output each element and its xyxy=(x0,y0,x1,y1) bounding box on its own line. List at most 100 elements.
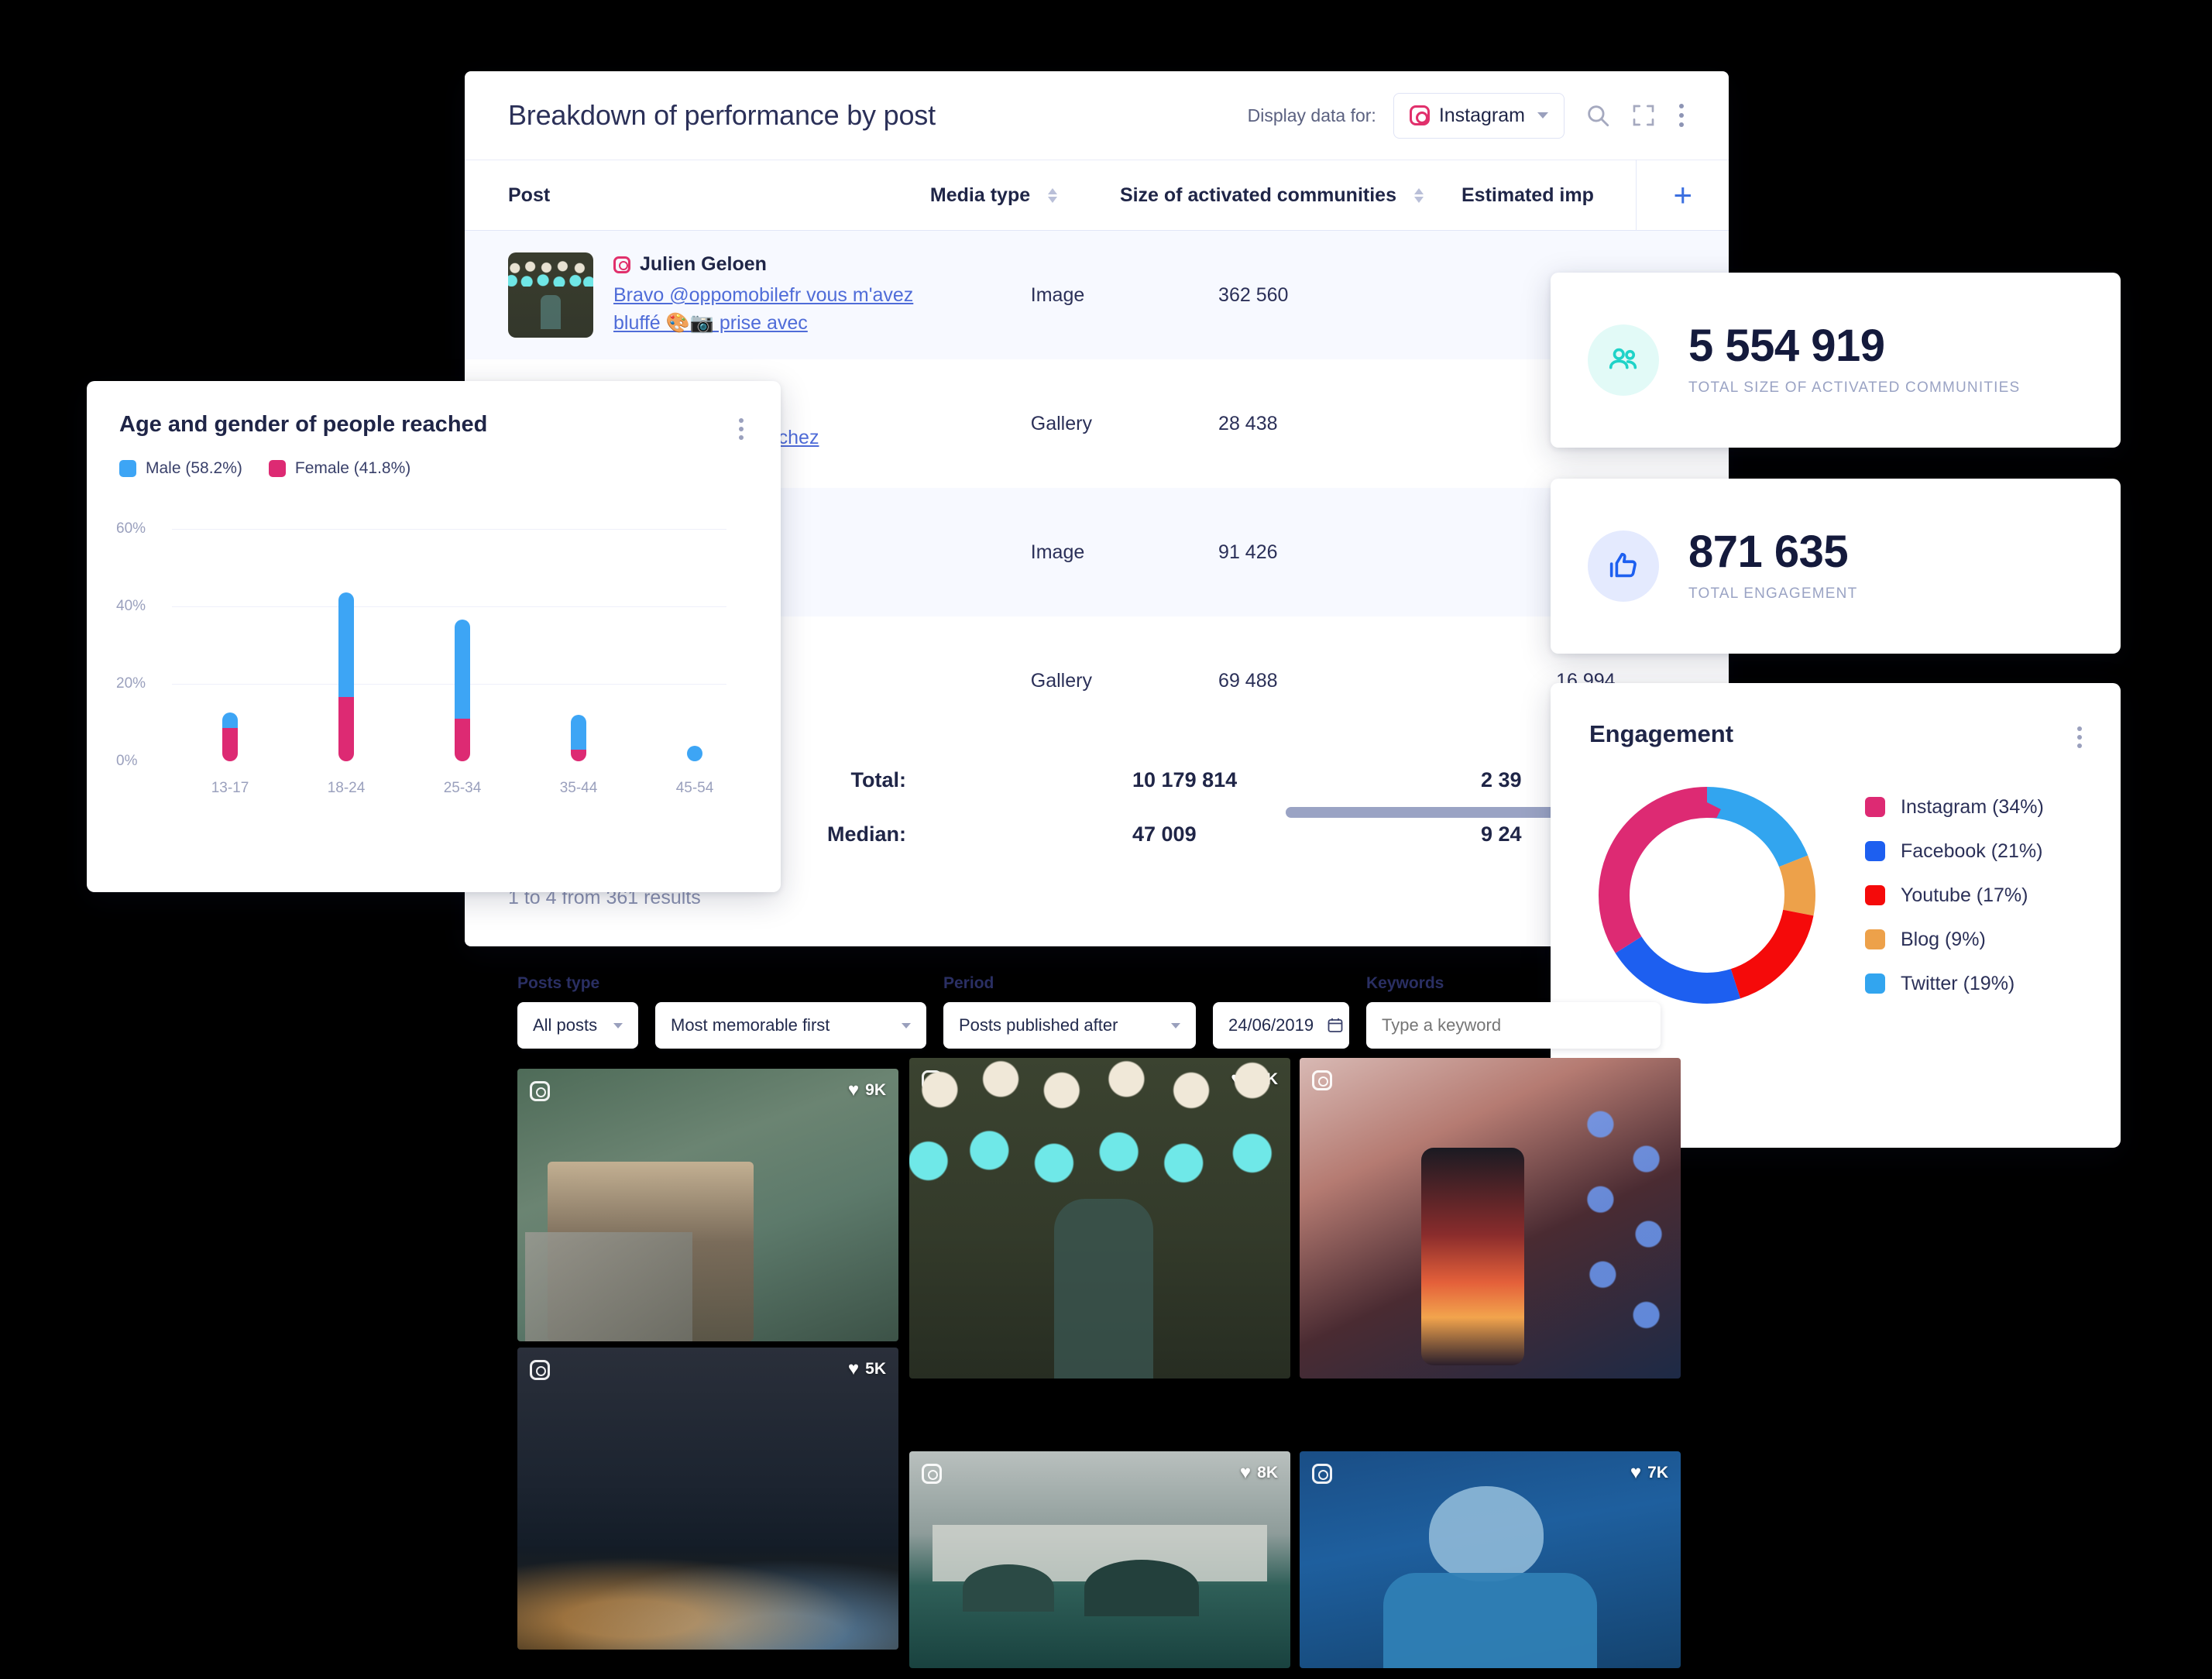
gallery-tile[interactable]: ♥ 7K xyxy=(1300,1451,1681,1668)
y-tick-0: 0% xyxy=(116,753,137,770)
bar-18-24 xyxy=(338,592,354,761)
y-tick-60: 60% xyxy=(116,520,146,537)
posts-type-select[interactable]: All posts xyxy=(517,1002,638,1049)
cell-size: 91 426 xyxy=(1218,541,1556,564)
heart-icon: ♥ xyxy=(848,1360,859,1379)
table-card-header: Breakdown of performance by post Display… xyxy=(465,71,1729,160)
calendar-icon xyxy=(1326,1016,1345,1035)
legend-swatch-youtube xyxy=(1865,885,1885,905)
keyword-input[interactable] xyxy=(1366,1002,1661,1049)
age-chart-title: Age and gender of people reached xyxy=(87,381,781,438)
y-tick-20: 20% xyxy=(116,675,146,692)
gallery-tile[interactable]: ♥ 9K xyxy=(517,1069,898,1341)
bar-13-17 xyxy=(222,712,238,761)
age-chart-legend: Male (58.2%) Female (41.8%) xyxy=(87,438,781,478)
bar-35-44 xyxy=(571,715,586,761)
expand-icon[interactable] xyxy=(1631,103,1656,128)
filter-bar: Posts type All posts Most memorable firs… xyxy=(517,974,1617,1049)
bar-25-34 xyxy=(455,620,470,761)
column-header-estimated-impressions[interactable]: Estimated imp xyxy=(1462,184,1636,207)
date-input[interactable]: 24/06/2019 xyxy=(1213,1002,1349,1049)
heart-icon: ♥ xyxy=(848,1081,859,1100)
chevron-down-icon xyxy=(1537,112,1548,118)
cell-media-type: Gallery xyxy=(1031,413,1218,435)
legend-item-blog: Blog (9%) xyxy=(1865,929,2044,951)
kpi-caption: TOTAL SIZE OF ACTIVATED COMMUNITIES xyxy=(1688,379,2020,397)
cell-size: 69 488 xyxy=(1218,670,1556,692)
gallery-tile[interactable]: ♥ 5K xyxy=(517,1348,898,1650)
kebab-menu-icon[interactable] xyxy=(739,418,744,440)
sort-icon-media-type[interactable] xyxy=(1048,188,1057,203)
chevron-down-icon xyxy=(1171,1023,1180,1028)
instagram-icon xyxy=(1312,1070,1332,1090)
heart-icon: ♥ xyxy=(1630,1464,1641,1482)
filter-group-keywords: Keywords xyxy=(1366,974,1661,1049)
instagram-icon xyxy=(613,256,630,273)
people-icon xyxy=(1588,324,1659,396)
legend-item-facebook: Facebook (21%) xyxy=(1865,840,2044,863)
network-select[interactable]: Instagram xyxy=(1393,93,1565,139)
post-thumbnail xyxy=(508,252,593,338)
engagement-legend: Instagram (34%) Facebook (21%) Youtube (… xyxy=(1865,796,2044,995)
display-data-label: Display data for: xyxy=(1248,105,1376,126)
filter-group-posts-type: Posts type All posts Most memorable firs… xyxy=(517,974,926,1049)
like-badge: ♥ 8K xyxy=(1240,1464,1278,1482)
filter-label-keywords: Keywords xyxy=(1366,974,1661,993)
legend-item-youtube: Youtube (17%) xyxy=(1865,884,2044,907)
cell-size: 28 438 xyxy=(1218,413,1556,435)
gallery-tile[interactable] xyxy=(1300,1058,1681,1379)
instagram-icon xyxy=(922,1464,942,1484)
chevron-down-icon xyxy=(613,1023,623,1028)
total-size-value: 10 179 814 xyxy=(1132,768,1481,792)
chevron-down-icon xyxy=(902,1023,911,1028)
add-column-button[interactable]: + xyxy=(1636,160,1729,231)
sort-icon-size[interactable] xyxy=(1414,188,1424,203)
filter-label-posts-type: Posts type xyxy=(517,974,926,993)
legend-swatch-twitter xyxy=(1865,973,1885,994)
sort-order-select[interactable]: Most memorable first xyxy=(655,1002,926,1049)
x-tick-13-17: 13-17 xyxy=(211,780,249,797)
kpi-value: 5 554 919 xyxy=(1688,324,2020,369)
like-badge: ♥ 5K xyxy=(848,1360,886,1379)
gridline-20 xyxy=(172,684,726,685)
engagement-title: Engagement xyxy=(1551,683,2121,748)
age-chart-plot: 60% 40% 20% 0% 1 xyxy=(87,498,781,808)
table-row[interactable]: Julien Geloen Bravo @oppomobilefr vous m… xyxy=(465,231,1729,359)
cell-media-type: Image xyxy=(1031,284,1218,307)
legend-swatch-male xyxy=(119,460,136,477)
thumbs-up-icon xyxy=(1588,530,1659,602)
bar-45-54 xyxy=(687,746,702,761)
kpi-caption: TOTAL ENGAGEMENT xyxy=(1688,585,1857,603)
kebab-menu-icon[interactable] xyxy=(2077,726,2082,748)
column-header-post[interactable]: Post xyxy=(508,184,930,207)
x-tick-18-24: 18-24 xyxy=(328,780,366,797)
post-caption[interactable]: Bravo @oppomobilefr vous m'avez bluffé 🎨… xyxy=(613,282,939,337)
page-title: Breakdown of performance by post xyxy=(508,99,1248,132)
column-header-size[interactable]: Size of activated communities xyxy=(1120,184,1462,207)
network-select-value: Instagram xyxy=(1439,105,1525,127)
instagram-icon xyxy=(530,1360,550,1380)
kpi-value: 871 635 xyxy=(1688,530,1857,575)
filter-label-period: Period xyxy=(943,974,1349,993)
gallery-tile[interactable]: ♥ 8K xyxy=(909,1451,1290,1668)
legend-swatch-blog xyxy=(1865,929,1885,949)
instagram-icon xyxy=(1312,1464,1332,1484)
search-icon[interactable] xyxy=(1585,102,1611,129)
gallery-tile[interactable]: ♥ 13K xyxy=(909,1058,1290,1379)
legend-item-male: Male (58.2%) xyxy=(119,459,242,478)
kebab-menu-icon[interactable] xyxy=(1679,104,1684,127)
median-size-value: 47 009 xyxy=(1132,822,1481,846)
like-badge: ♥ 7K xyxy=(1630,1464,1668,1482)
instagram-icon xyxy=(530,1081,550,1101)
cell-size: 362 560 xyxy=(1218,284,1556,307)
legend-item-female: Female (41.8%) xyxy=(269,459,410,478)
x-tick-25-34: 25-34 xyxy=(444,780,482,797)
age-gender-chart-card: Age and gender of people reached Male (5… xyxy=(87,381,781,892)
like-badge: ♥ 9K xyxy=(848,1081,886,1100)
column-header-media-type[interactable]: Media type xyxy=(930,184,1120,207)
legend-swatch-female xyxy=(269,460,286,477)
cell-media-type: Image xyxy=(1031,541,1218,564)
period-select[interactable]: Posts published after xyxy=(943,1002,1196,1049)
instagram-icon xyxy=(1410,105,1430,125)
filter-group-period: Period Posts published after 24/06/2019 xyxy=(943,974,1349,1049)
